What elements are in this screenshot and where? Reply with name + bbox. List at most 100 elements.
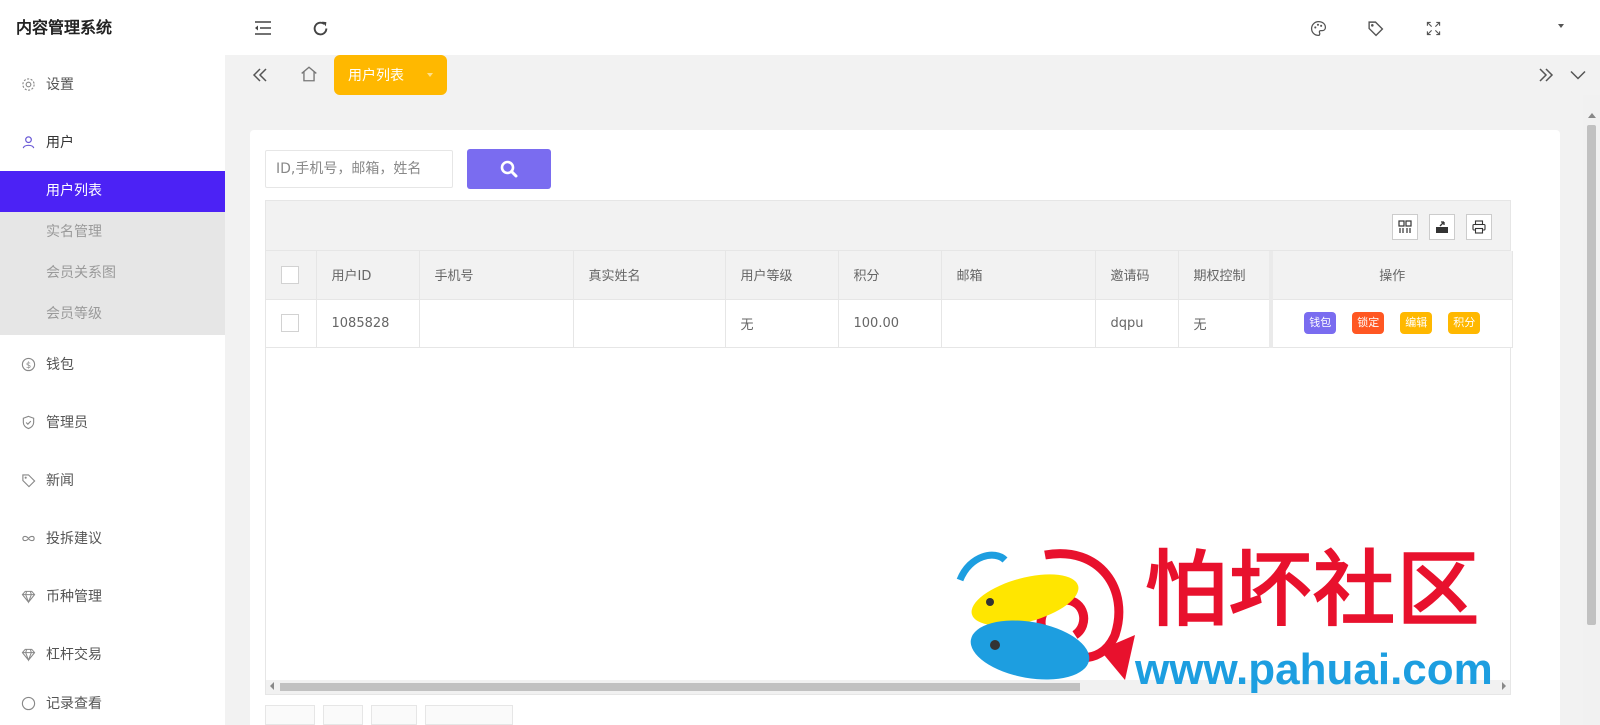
search-input[interactable]: [265, 150, 453, 188]
page-vertical-scrollbar[interactable]: [1583, 95, 1600, 725]
diamond-icon: [20, 588, 36, 604]
page-go-button[interactable]: [371, 705, 417, 725]
column-header[interactable]: 真实姓名: [573, 251, 726, 300]
sidebar-item-wallet[interactable]: $ 钱包: [0, 335, 225, 393]
export-icon[interactable]: [1429, 214, 1455, 240]
svg-text:$: $: [25, 359, 30, 369]
column-header[interactable]: 积分: [838, 251, 942, 300]
sidebar-item-label: 币种管理: [46, 589, 102, 605]
sidebar-item-leverage[interactable]: 杠杆交易: [0, 625, 225, 683]
sidebar-item-news[interactable]: 新闻: [0, 451, 225, 509]
column-header[interactable]: 邀请码: [1095, 251, 1179, 300]
sidebar-item-label: 管理员: [46, 415, 88, 431]
fullscreen-icon[interactable]: [1423, 18, 1443, 38]
tag-icon[interactable]: [1365, 18, 1385, 38]
cell-points: 100.00: [838, 299, 942, 348]
tab-menu-chevron-icon[interactable]: [1566, 63, 1590, 87]
lock-button[interactable]: 锁定: [1352, 312, 1385, 334]
user-table: 用户ID 手机号 真实姓名 用户等级 积分 邮箱 邀请码 期权控制 操作 108…: [266, 251, 1513, 348]
page-jump-input[interactable]: [323, 705, 363, 725]
points-button[interactable]: 积分: [1448, 312, 1481, 334]
sidebar-item-label: 杠杆交易: [46, 647, 102, 663]
select-all-checkbox[interactable]: [281, 265, 299, 284]
sidebar-item-label: 用户: [46, 135, 74, 151]
home-icon[interactable]: [300, 63, 320, 87]
column-header[interactable]: 用户ID: [316, 251, 420, 300]
submenu-item-verification[interactable]: 实名管理: [0, 212, 225, 253]
scrollbar-thumb[interactable]: [1587, 125, 1596, 625]
wallet-button[interactable]: 钱包: [1304, 312, 1337, 334]
sidebar-item-label: 新闻: [46, 473, 74, 489]
scroll-up-arrow-icon[interactable]: [1588, 113, 1596, 118]
theme-palette-icon[interactable]: [1308, 18, 1328, 38]
table-row: 1085828 无 100.00 dqpu 无 钱包 锁定 编辑 积分: [266, 299, 1513, 348]
watermark-title: 怕坏社区: [1145, 542, 1482, 638]
sidebar-item-label: 投拆建议: [46, 531, 102, 547]
infinity-icon: [20, 530, 36, 546]
pagination: [265, 705, 513, 725]
app-title: 内容管理系统: [16, 18, 113, 37]
cell-actions: 钱包 锁定 编辑 积分: [1269, 299, 1513, 348]
tab-user-list[interactable]: 用户列表: [334, 55, 447, 95]
sidebar-item-label: 记录查看: [46, 696, 102, 712]
cell-user-id: 1085828: [316, 299, 420, 348]
submenu-item-member-tree[interactable]: 会员关系图: [0, 253, 225, 294]
table-header-row: 用户ID 手机号 真实姓名 用户等级 积分 邮箱 邀请码 期权控制 操作: [266, 251, 1513, 300]
top-header: [225, 0, 1600, 55]
search-button[interactable]: [467, 149, 551, 189]
watermark: 怕坏社区 www.pahuai.com: [950, 540, 1540, 700]
submenu-item-member-level[interactable]: 会员等级: [0, 294, 225, 335]
cell-user-level: 无: [725, 299, 839, 348]
column-header[interactable]: 邮箱: [941, 251, 1096, 300]
column-header[interactable]: 期权控制: [1178, 251, 1272, 300]
sidebar-item-label: 设置: [46, 77, 74, 93]
sidebar-item-admins[interactable]: 管理员: [0, 393, 225, 451]
users-submenu: 用户列表 实名管理 会员关系图 会员等级: [0, 171, 225, 335]
user-icon: [20, 134, 36, 150]
edit-button[interactable]: 编辑: [1400, 312, 1433, 334]
sidebar: 内容管理系统 设置 用户 用户列表 实名管理 会员关系图 会员等级 $ 钱包 管…: [0, 0, 225, 725]
select-all-cell: [266, 251, 317, 300]
sidebar-item-currency[interactable]: 币种管理: [0, 567, 225, 625]
search-icon: [500, 160, 518, 178]
watermark-url: www.pahuai.com: [1135, 645, 1493, 694]
user-menu[interactable]: [1478, 16, 1548, 38]
gear-icon: [20, 76, 36, 92]
diamond-icon: [20, 646, 36, 662]
cell-email: [941, 299, 1096, 348]
tab-label: 用户列表: [348, 68, 404, 84]
page-size-select[interactable]: [425, 705, 513, 725]
cell-real-name: [573, 299, 726, 348]
cell-invite-code: dqpu: [1095, 299, 1179, 348]
list-icon: [20, 695, 36, 711]
row-select-cell: [266, 299, 317, 348]
row-checkbox[interactable]: [281, 314, 299, 332]
cell-option-control: 无: [1178, 299, 1272, 348]
shield-icon: [20, 414, 36, 430]
tag-icon: [20, 472, 36, 488]
sidebar-item-feedback[interactable]: 投拆建议: [0, 509, 225, 567]
tab-scroll-right-icon[interactable]: [1534, 63, 1558, 87]
sidebar-item-users[interactable]: 用户: [0, 113, 225, 171]
print-icon[interactable]: [1466, 214, 1492, 240]
cell-phone: [419, 299, 574, 348]
column-header: 操作: [1269, 251, 1513, 300]
scroll-left-arrow-icon[interactable]: [270, 682, 274, 690]
sidebar-item-settings[interactable]: 设置: [0, 55, 225, 113]
tab-scroll-left-icon[interactable]: [248, 63, 272, 87]
chevron-down-icon[interactable]: [427, 73, 433, 77]
refresh-icon[interactable]: [310, 18, 330, 38]
menu-fold-icon[interactable]: [253, 18, 273, 38]
dollar-icon: $: [20, 356, 36, 372]
sidebar-item-records[interactable]: 记录查看: [0, 683, 225, 723]
page-current[interactable]: [265, 705, 315, 725]
table-toolbar: [266, 201, 1510, 251]
tab-bar: 用户列表: [225, 55, 1600, 95]
column-header[interactable]: 手机号: [419, 251, 574, 300]
submenu-item-user-list[interactable]: 用户列表: [0, 171, 225, 212]
columns-filter-icon[interactable]: [1392, 214, 1418, 240]
column-header[interactable]: 用户等级: [725, 251, 839, 300]
chevron-down-icon[interactable]: [1558, 24, 1564, 28]
fish-logo-icon: [956, 549, 1135, 680]
sidebar-item-label: 钱包: [46, 357, 74, 373]
